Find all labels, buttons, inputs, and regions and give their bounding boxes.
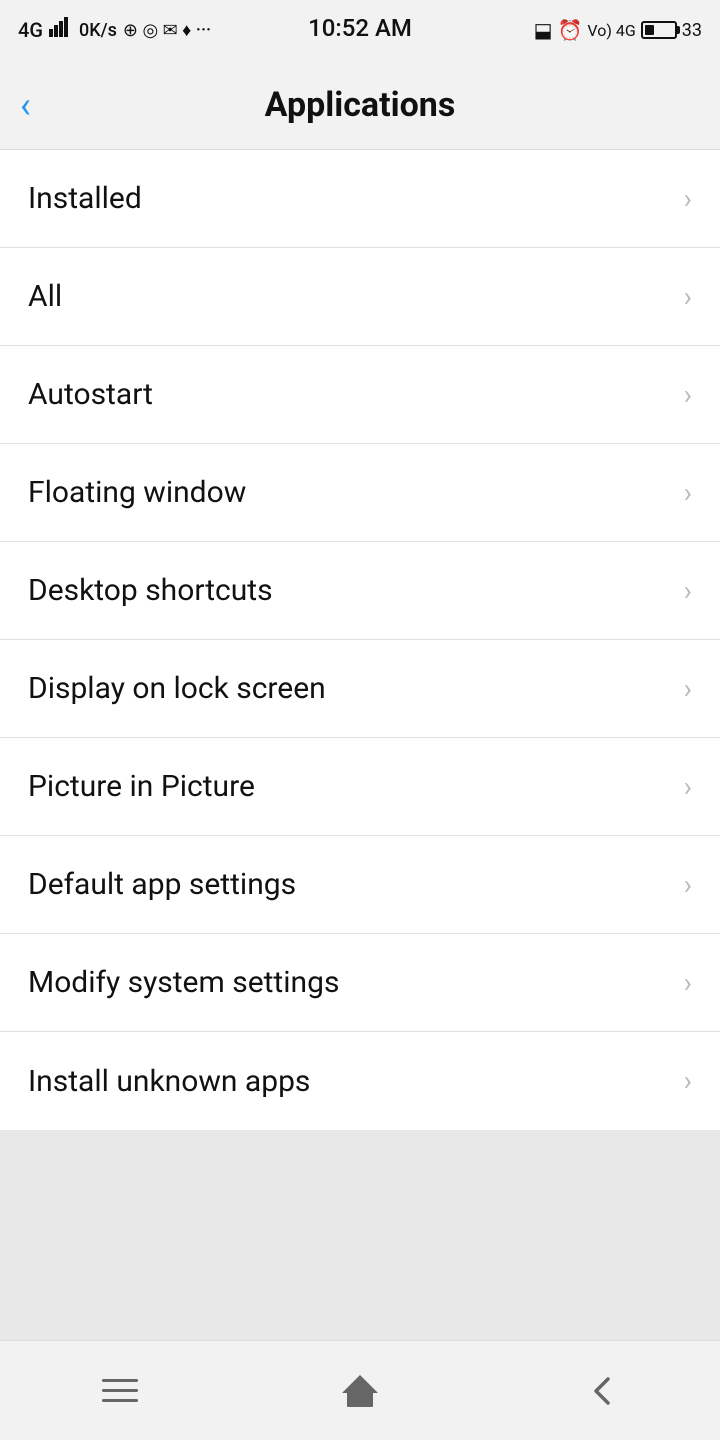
chevron-icon-display-on-lock-screen: ›: [684, 675, 692, 703]
nav-back-button[interactable]: [560, 1361, 640, 1421]
signal-bars: [49, 17, 73, 43]
menu-item-label-display-on-lock-screen: Display on lock screen: [28, 671, 326, 706]
page-title: Applications: [265, 85, 456, 125]
menu-item-label-all: All: [28, 279, 62, 314]
status-bar: 4G 0K/s ⊕ ◎ ✉ ♦ ··· 10:52 AM ⬓ ⏰ Vo) 4G …: [0, 0, 720, 60]
menu-item-picture-in-picture[interactable]: Picture in Picture ›: [0, 738, 720, 836]
content-spacer: [0, 1130, 720, 1340]
menu-item-label-installed: Installed: [28, 181, 142, 216]
nav-menu-button[interactable]: [80, 1361, 160, 1421]
menu-item-label-default-app-settings: Default app settings: [28, 867, 296, 902]
back-button[interactable]: ‹: [20, 87, 31, 123]
battery-percent: 33: [682, 20, 702, 41]
back-arrow-icon: [580, 1371, 620, 1411]
menu-item-floating-window[interactable]: Floating window ›: [0, 444, 720, 542]
home-icon: [342, 1375, 378, 1407]
menu-item-all[interactable]: All ›: [0, 248, 720, 346]
chevron-icon-default-app-settings: ›: [684, 871, 692, 899]
volte-lte-text: Vo) 4G: [587, 21, 635, 40]
chevron-icon-all: ›: [684, 283, 692, 311]
menu-item-modify-system-settings[interactable]: Modify system settings ›: [0, 934, 720, 1032]
battery-fill: [645, 25, 654, 35]
menu-item-install-unknown-apps[interactable]: Install unknown apps ›: [0, 1032, 720, 1130]
menu-item-desktop-shortcuts[interactable]: Desktop shortcuts ›: [0, 542, 720, 640]
chevron-icon-modify-system-settings: ›: [684, 969, 692, 997]
app-bar: ‹ Applications: [0, 60, 720, 150]
chevron-icon-install-unknown-apps: ›: [684, 1067, 692, 1095]
menu-item-label-install-unknown-apps: Install unknown apps: [28, 1064, 310, 1099]
menu-list: Installed › All › Autostart › Floating window ›…: [0, 150, 720, 1130]
menu-item-label-modify-system-settings: Modify system settings: [28, 965, 339, 1000]
speed-text: 0K/s: [79, 20, 117, 41]
chevron-icon-desktop-shortcuts: ›: [684, 577, 692, 605]
chevron-icon-installed: ›: [684, 185, 692, 213]
signal-text: 4G: [18, 18, 43, 42]
menu-item-installed[interactable]: Installed ›: [0, 150, 720, 248]
alarm-icon: ⏰: [557, 18, 582, 42]
status-left: 4G 0K/s ⊕ ◎ ✉ ♦ ···: [18, 17, 211, 43]
menu-item-label-picture-in-picture: Picture in Picture: [28, 769, 255, 804]
status-time: 10:52 AM: [308, 14, 412, 42]
menu-item-display-on-lock-screen[interactable]: Display on lock screen ›: [0, 640, 720, 738]
menu-item-label-autostart: Autostart: [28, 377, 153, 412]
chevron-icon-floating-window: ›: [684, 479, 692, 507]
menu-item-default-app-settings[interactable]: Default app settings ›: [0, 836, 720, 934]
nav-home-button[interactable]: [320, 1361, 400, 1421]
menu-item-label-floating-window: Floating window: [28, 475, 246, 510]
status-right: ⬓ ⏰ Vo) 4G 33: [534, 18, 702, 42]
battery-indicator: [641, 21, 677, 39]
chevron-icon-picture-in-picture: ›: [684, 773, 692, 801]
menu-item-label-desktop-shortcuts: Desktop shortcuts: [28, 573, 273, 608]
hamburger-icon: [102, 1379, 138, 1402]
menu-item-autostart[interactable]: Autostart ›: [0, 346, 720, 444]
chevron-icon-autostart: ›: [684, 381, 692, 409]
icons-group: ⊕ ◎ ✉ ♦ ···: [123, 20, 211, 41]
bluetooth-icon: ⬓: [534, 18, 553, 42]
bottom-nav: [0, 1340, 720, 1440]
